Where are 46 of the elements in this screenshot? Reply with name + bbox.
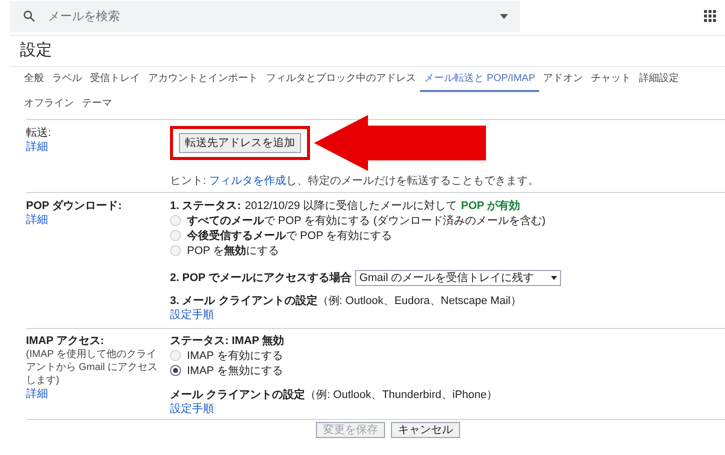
client-label: メール クライアントの設定 <box>170 388 306 402</box>
status-label: 1. ステータス: <box>170 199 241 213</box>
cancel-button[interactable]: キャンセル <box>391 422 460 438</box>
section-note: (IMAP を使用して他のクライアントから Gmail にアクセスします) <box>26 348 159 387</box>
radio-label: 今後受信するメールで POP を有効にする <box>187 228 392 242</box>
radio-label: POP を無効にする <box>187 244 280 258</box>
settings-tab[interactable]: オフライン <box>20 92 78 117</box>
settings-tab[interactable]: 受信トレイ <box>86 67 144 92</box>
settings-tab[interactable]: 詳細設定 <box>635 67 684 92</box>
settings-tab[interactable]: アカウントとインポート <box>144 67 262 92</box>
caret-icon <box>551 276 558 280</box>
status-text: ステータス: IMAP 無効 <box>170 334 286 348</box>
radio-label: IMAP を有効にする <box>187 348 283 362</box>
access-select[interactable]: Gmail のメールを受信トレイに残す <box>355 270 562 286</box>
radio-label: すべてのメールで POP を有効にする (ダウンロード済みのメールを含む) <box>187 214 546 228</box>
client-label: 3. メール クライアントの設定 <box>170 294 318 308</box>
client-note: （例: Outlook、Eudora、Netscape Mail） <box>317 294 522 308</box>
setup-link[interactable]: 設定手順 <box>170 402 498 416</box>
settings-tab[interactable]: ラベル <box>48 67 86 92</box>
details-link[interactable]: 詳細 <box>26 387 170 401</box>
status-value: POP が有効 <box>461 199 520 213</box>
section-label: 転送: <box>26 126 52 140</box>
client-note: （例: Outlook、Thunderbird、iPhone） <box>305 388 498 402</box>
details-link[interactable]: 詳細 <box>26 140 170 154</box>
settings-tab[interactable]: フィルタとブロック中のアドレス <box>262 67 420 92</box>
settings-tab[interactable]: チャット <box>587 67 636 92</box>
create-filter-link[interactable]: フィルタを作成 <box>209 175 286 187</box>
settings-tab[interactable]: アドオン <box>539 67 588 92</box>
radio-label: IMAP を無効にする <box>187 364 283 378</box>
section-label: IMAP アクセス: <box>26 334 106 348</box>
status-text: 2012/10/29 以降に受信したメールに対して <box>244 199 458 213</box>
settings-tab[interactable]: メール転送と POP/IMAP <box>420 67 540 92</box>
hint-text: ヒント: フィルタを作成 し、特定のメールだけを転送することもできます。 <box>170 174 540 188</box>
access-label: 2. POP でメールにアクセスする場合 <box>170 271 352 285</box>
dropdown-icon[interactable] <box>500 14 508 18</box>
page-title: 設定 <box>20 44 53 58</box>
apps-grid-icon[interactable] <box>704 10 716 22</box>
settings-tab[interactable]: 全般 <box>20 67 48 92</box>
details-link[interactable]: 詳細 <box>26 213 170 227</box>
add-forwarding-address-button[interactable]: 転送先アドレスを追加 <box>179 133 301 153</box>
radio-button[interactable] <box>170 365 181 376</box>
section-label: POP ダウンロード: <box>26 199 123 213</box>
search-icon <box>22 9 36 23</box>
setup-link[interactable]: 設定手順 <box>170 308 562 322</box>
settings-tab[interactable]: テーマ <box>78 92 116 117</box>
search-field[interactable]: メールを検索 <box>10 0 520 32</box>
